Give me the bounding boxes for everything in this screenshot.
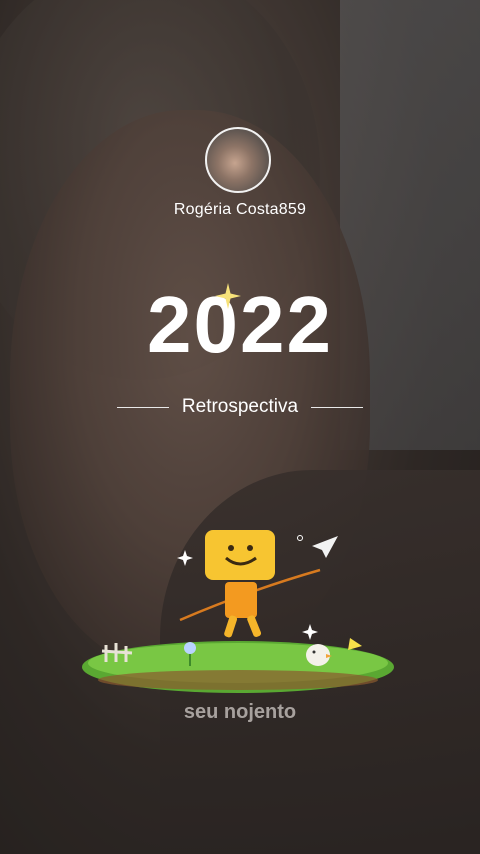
story-caption: seu nojento — [183, 701, 297, 723]
profile-username: Rogéria Costa859 — [173, 201, 307, 218]
subtitle-text: Retrospectiva — [181, 396, 299, 417]
sparkle-icon — [215, 283, 241, 309]
fence-icon — [101, 643, 133, 662]
retrospective-subtitle: Retrospectiva — [0, 396, 480, 418]
divider-line-left — [117, 406, 170, 408]
mascot-illustration — [82, 530, 394, 693]
mascot-character — [205, 530, 275, 638]
paper-plane-icon — [312, 536, 338, 558]
story-screen: Rogéria Costa859 2022 Retrospectiva seu … — [0, 0, 480, 854]
profile-avatar[interactable] — [205, 127, 271, 193]
divider-line-right — [310, 406, 363, 408]
small-sparkle-icon — [177, 550, 193, 566]
